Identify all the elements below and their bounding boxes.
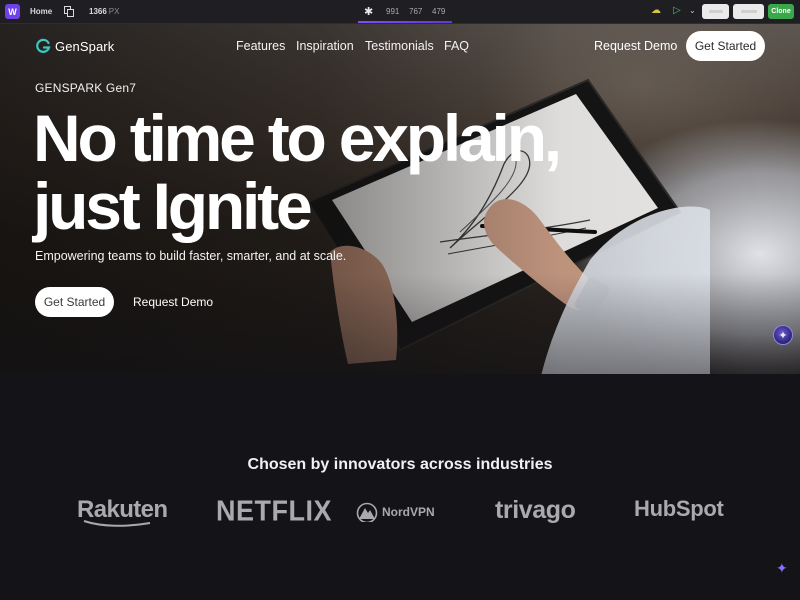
hero-headline: No time to explain, just Ignite	[33, 104, 593, 240]
trivago-logo: trivago	[495, 496, 576, 524]
clone-button[interactable]: Clone	[768, 4, 794, 19]
hero-request-demo-link[interactable]: Request Demo	[133, 295, 213, 309]
breakpoint-mobile-portrait[interactable]: 479	[432, 7, 445, 16]
nav-link-faq[interactable]: FAQ	[444, 39, 469, 53]
publish-button[interactable]	[733, 4, 764, 19]
netflix-logo: NETFLIX	[216, 495, 332, 527]
hero-headline-line-1: No time to explain,	[33, 101, 562, 175]
brand-name: GenSpark	[55, 38, 115, 54]
brand-logo[interactable]: GenSpark	[35, 38, 114, 54]
hero-subheading: Empowering teams to build faster, smarte…	[35, 249, 347, 263]
hero-eyebrow: GENSPARK Gen7	[35, 81, 137, 95]
chevron-down-icon[interactable]: ⌄	[689, 6, 696, 15]
sparkle-icon[interactable]: ✦	[776, 560, 788, 577]
sparkle-badge-icon[interactable]: ✦	[773, 325, 793, 345]
nordvpn-logo: NordVPN	[356, 502, 435, 522]
preview-play-icon[interactable]: ▷	[673, 5, 681, 16]
nav-request-demo-link[interactable]: Request Demo	[594, 39, 677, 53]
site-navbar: GenSpark Features Inspiration Testimonia…	[0, 24, 800, 68]
nav-get-started-button[interactable]: Get Started	[686, 31, 765, 61]
nav-link-features[interactable]: Features	[236, 39, 285, 53]
genspark-logo-icon	[36, 38, 51, 53]
share-button-placeholder	[708, 10, 723, 13]
canvas-width-readout[interactable]: 1366 PX	[89, 7, 119, 16]
hero-get-started-button[interactable]: Get Started	[35, 287, 114, 317]
rakuten-swoosh-icon	[83, 520, 151, 527]
pages-icon[interactable]	[64, 6, 74, 17]
nav-link-testimonials[interactable]: Testimonials	[365, 39, 434, 53]
breakpoint-tablet[interactable]: 991	[386, 7, 399, 16]
publish-button-placeholder	[740, 10, 757, 13]
hero-headline-line-2: just Ignite	[33, 169, 313, 243]
hubspot-logo: HubSpot	[634, 496, 724, 521]
canvas-width-value: 1366	[89, 7, 107, 16]
nordvpn-logo-text: NordVPN	[382, 505, 435, 519]
cloud-sync-icon[interactable]: ☁	[651, 5, 661, 16]
breakpoint-active-indicator	[358, 21, 452, 23]
home-page-selector[interactable]: Home	[30, 7, 52, 16]
hero-bottom-fade	[0, 274, 800, 374]
logos-heading: Chosen by innovators across industries	[247, 456, 553, 473]
base-breakpoint-icon[interactable]: ✱	[364, 5, 373, 18]
share-button[interactable]	[702, 4, 729, 19]
breakpoint-mobile-landscape[interactable]: 767	[409, 7, 422, 16]
editor-toolbar: W Home 1366 PX ✱ 991 767 479 ☁ ▷ ⌄ Clone	[0, 0, 800, 24]
nav-link-inspiration[interactable]: Inspiration	[296, 39, 354, 53]
logo-letter: W	[8, 6, 17, 17]
canvas-width-unit: PX	[108, 7, 120, 16]
webflow-logo-icon[interactable]: W	[5, 4, 20, 19]
nordvpn-mountain-icon	[356, 502, 378, 522]
